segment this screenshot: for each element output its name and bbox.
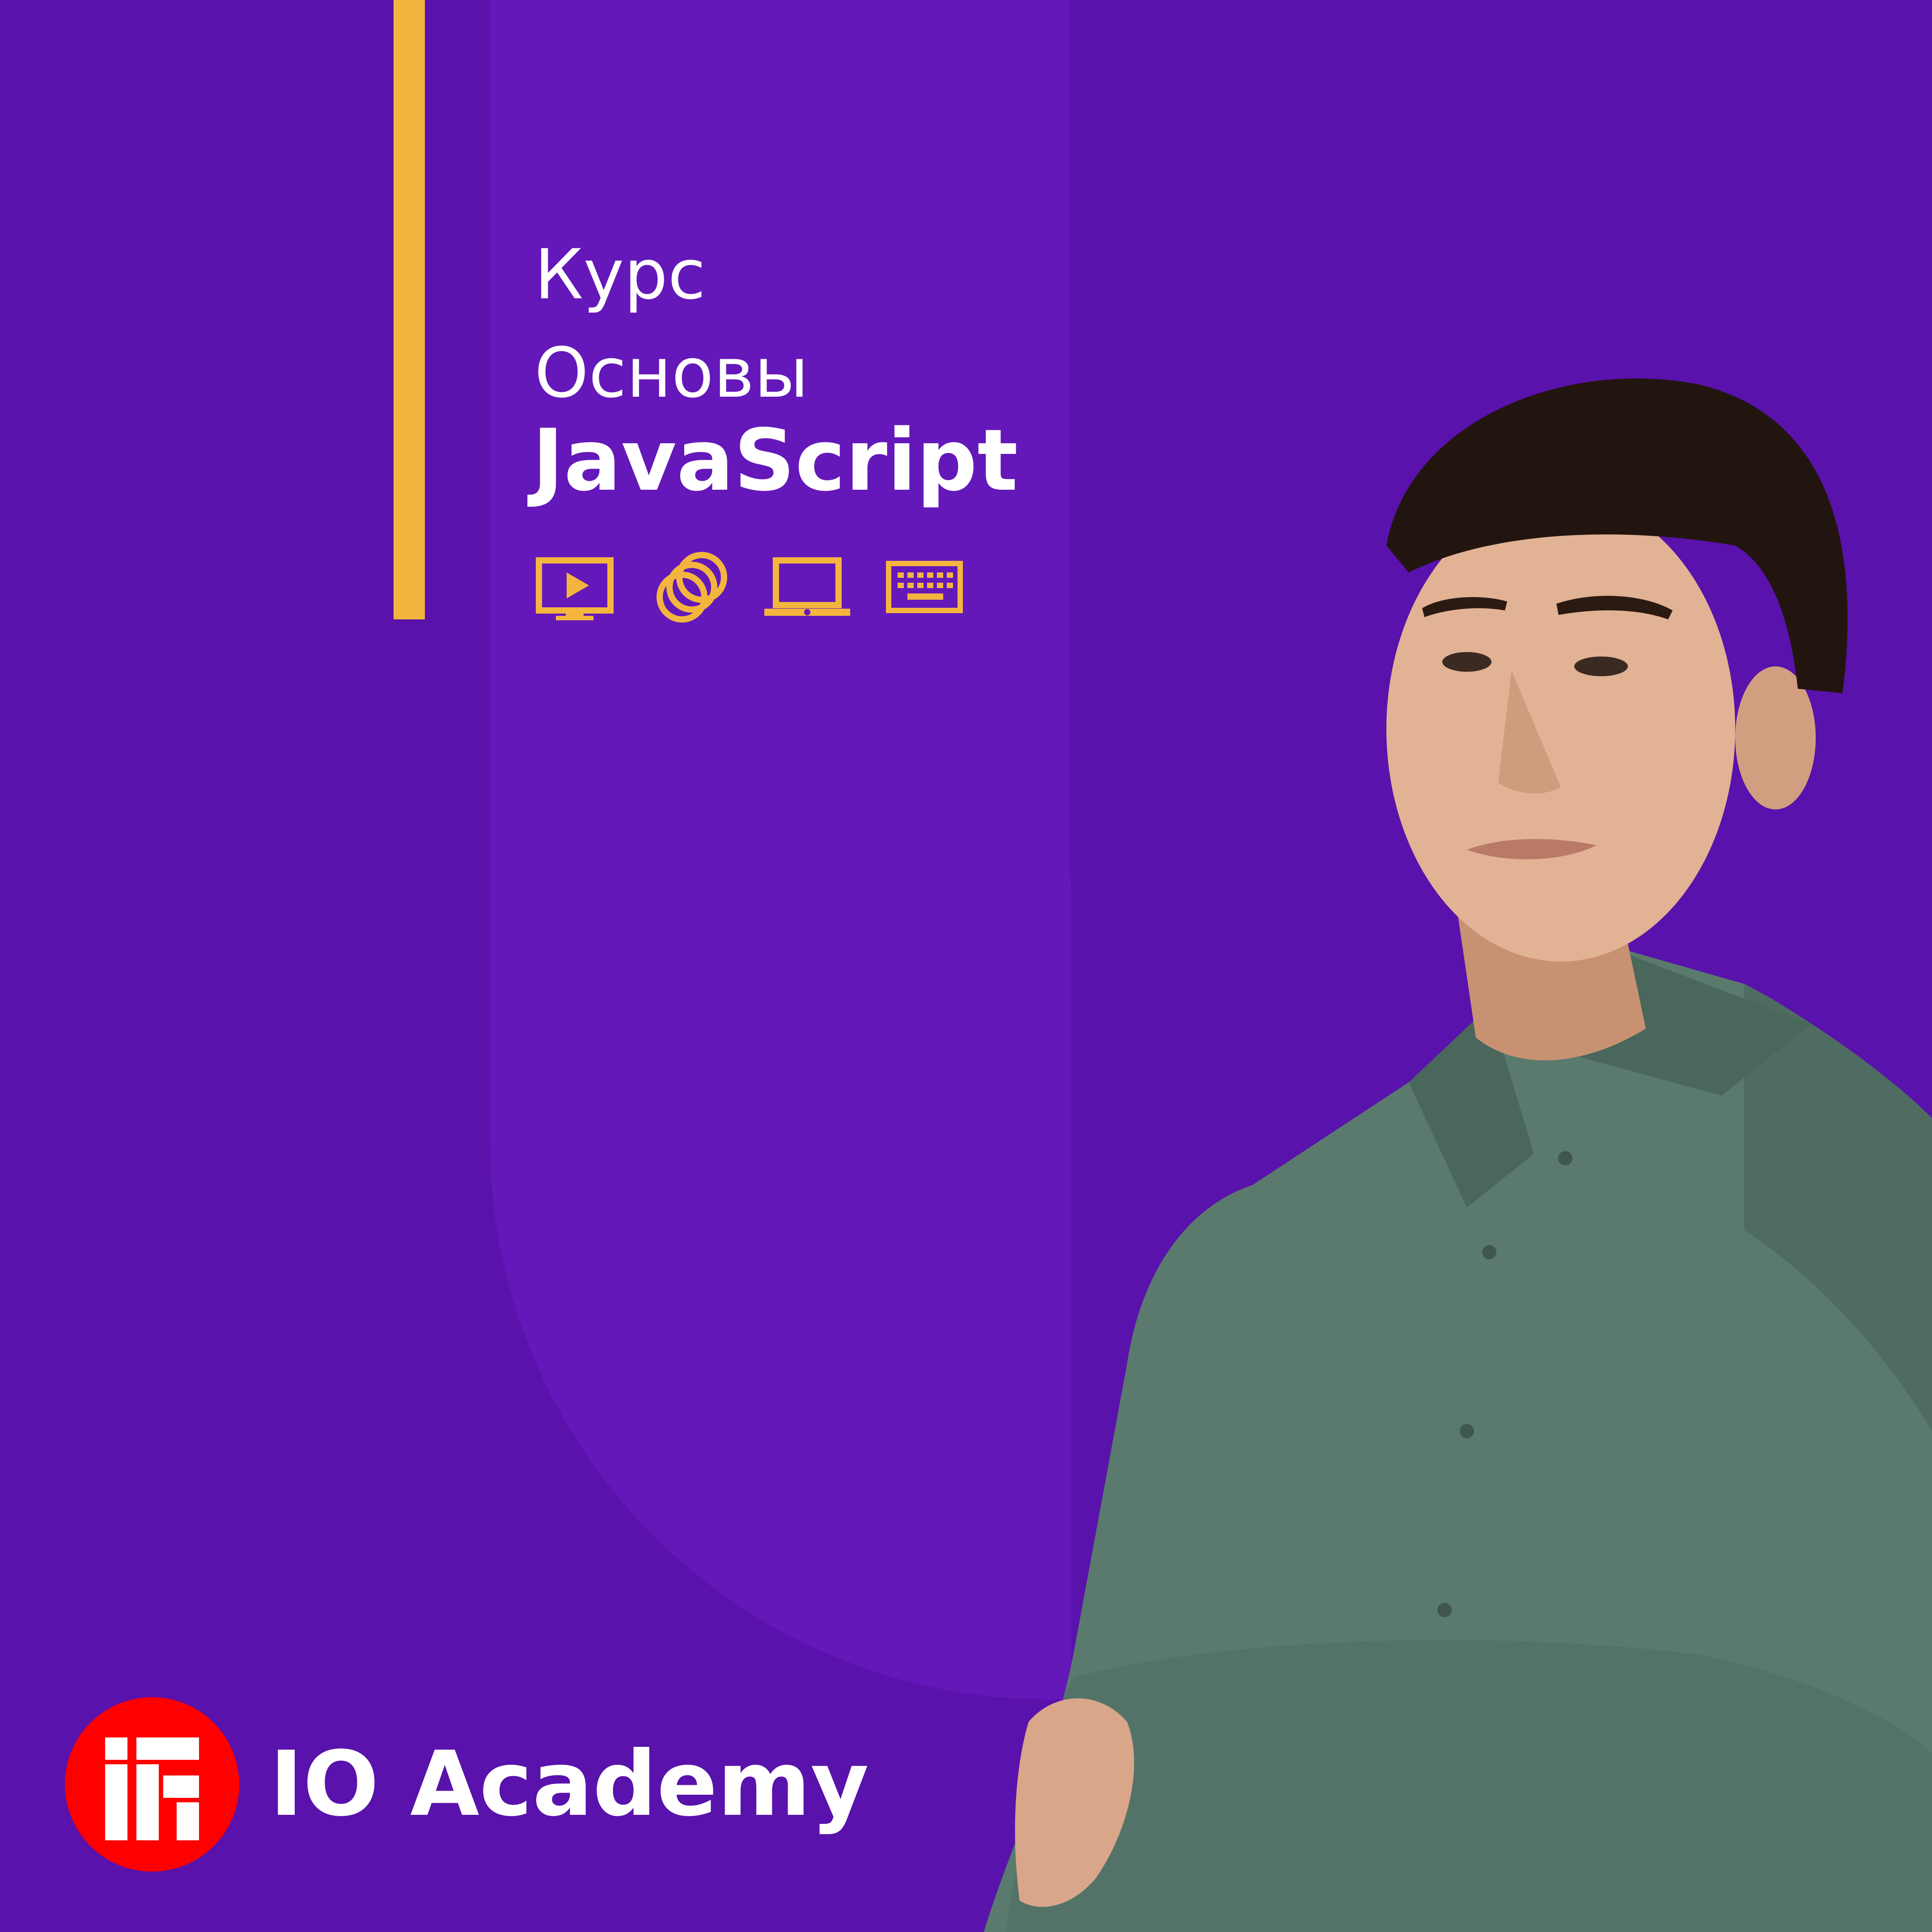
coins-icon <box>657 552 727 623</box>
brand-name: IO Academy <box>270 1732 869 1836</box>
accent-bar <box>394 0 425 619</box>
course-banner: Курс Основы JavaScript IO Academy <box>0 0 1932 1932</box>
video-play-icon <box>536 557 614 620</box>
laptop-icon <box>764 557 850 616</box>
course-label: Курс <box>534 235 706 315</box>
instructor-photo <box>984 378 1932 1932</box>
course-subtitle: Основы <box>534 333 809 413</box>
io-academy-logo <box>65 1697 239 1872</box>
